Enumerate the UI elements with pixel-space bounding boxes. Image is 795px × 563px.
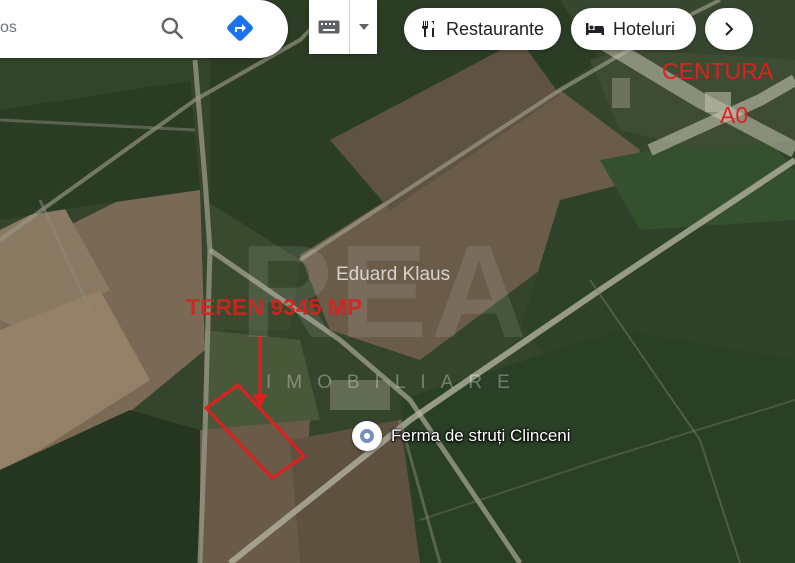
- plot-annotation: TEREN 9345 MP: [186, 294, 363, 320]
- chevron-right-icon: [725, 22, 734, 36]
- chips-more-button[interactable]: [705, 8, 753, 50]
- caret-down-icon: [358, 24, 369, 30]
- watermark-subtitle: IMOBILIARE: [266, 372, 525, 393]
- ring-road-annotation: CENTURA: [662, 58, 774, 84]
- place-label[interactable]: Ferma de struți Clinceni: [391, 426, 571, 446]
- search-input[interactable]: os: [0, 19, 17, 37]
- ring-road-annotation-code: A0: [720, 102, 749, 128]
- watermark-logo: REA: [240, 218, 531, 365]
- place-pin-icon[interactable]: [352, 421, 382, 451]
- keyboard-dropdown[interactable]: [350, 0, 377, 54]
- search-icon[interactable]: [159, 15, 185, 41]
- chip-hotels[interactable]: Hoteluri: [571, 8, 696, 50]
- keyboard-icon: [318, 20, 340, 34]
- bed-icon: [586, 23, 604, 35]
- keyboard-button[interactable]: [309, 0, 350, 54]
- chip-restaurants[interactable]: Restaurante: [404, 8, 561, 50]
- search-bar[interactable]: os: [0, 0, 288, 58]
- place-marker[interactable]: Ferma de struți Clinceni: [352, 421, 571, 451]
- watermark-agent-name: Eduard Klaus: [336, 264, 451, 285]
- chip-restaurants-label: Restaurante: [446, 18, 545, 39]
- directions-icon[interactable]: [224, 12, 256, 44]
- chip-hotels-label: Hoteluri: [613, 18, 676, 39]
- fork-knife-icon: [422, 21, 434, 37]
- keyboard-toggle[interactable]: [309, 0, 377, 54]
